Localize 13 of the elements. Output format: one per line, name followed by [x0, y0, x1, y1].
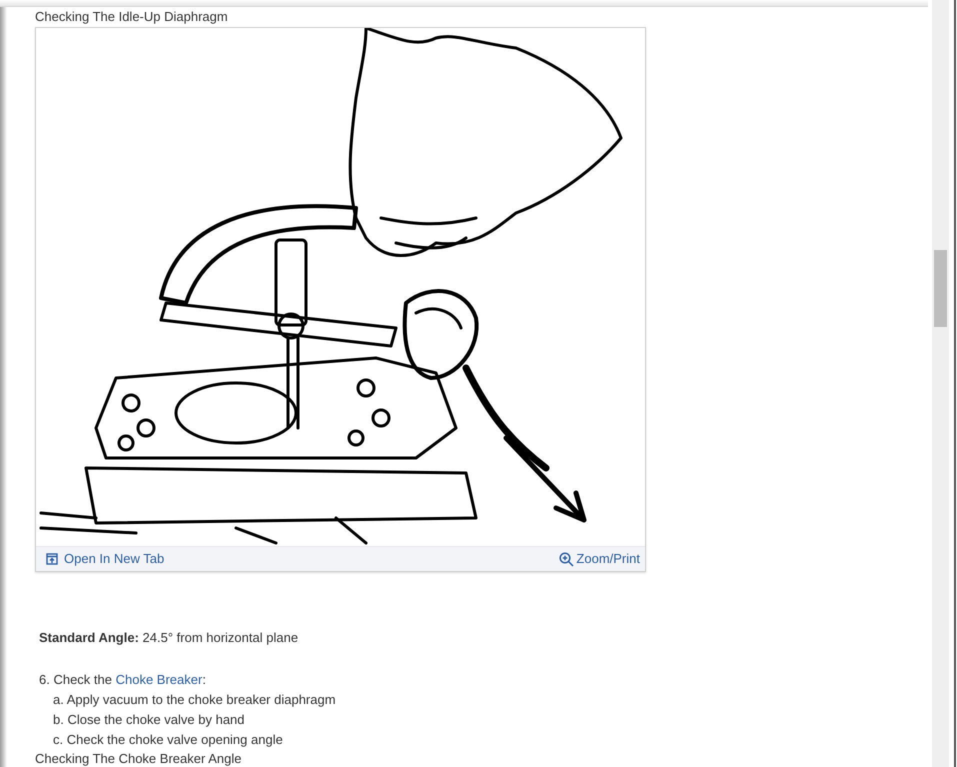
substep-text: c. Check the choke valve opening angle [53, 731, 284, 749]
choke-breaker-link[interactable]: Choke Breaker [116, 672, 202, 687]
substep-text: b. Close the choke valve by hand [53, 711, 246, 729]
new-tab-icon [46, 553, 58, 565]
zoom-print-link[interactable]: Zoom/Print [559, 549, 640, 569]
zoom-in-icon [559, 552, 574, 566]
figure-caption: Checking The Idle-Up Diaphragm [35, 9, 229, 25]
figure-caption: Checking The Choke Breaker Angle [35, 750, 242, 767]
open-in-new-tab-link[interactable]: Open In New Tab [46, 549, 164, 569]
substep-text: a. Apply vacuum to the choke breaker diaphragm [53, 691, 337, 709]
step-text: 6. Check the Choke Breaker: [39, 672, 206, 687]
standard-angle-text: Standard Angle: 24.5° from horizontal plane [39, 629, 300, 647]
scrollbar-thumb[interactable] [934, 250, 947, 327]
